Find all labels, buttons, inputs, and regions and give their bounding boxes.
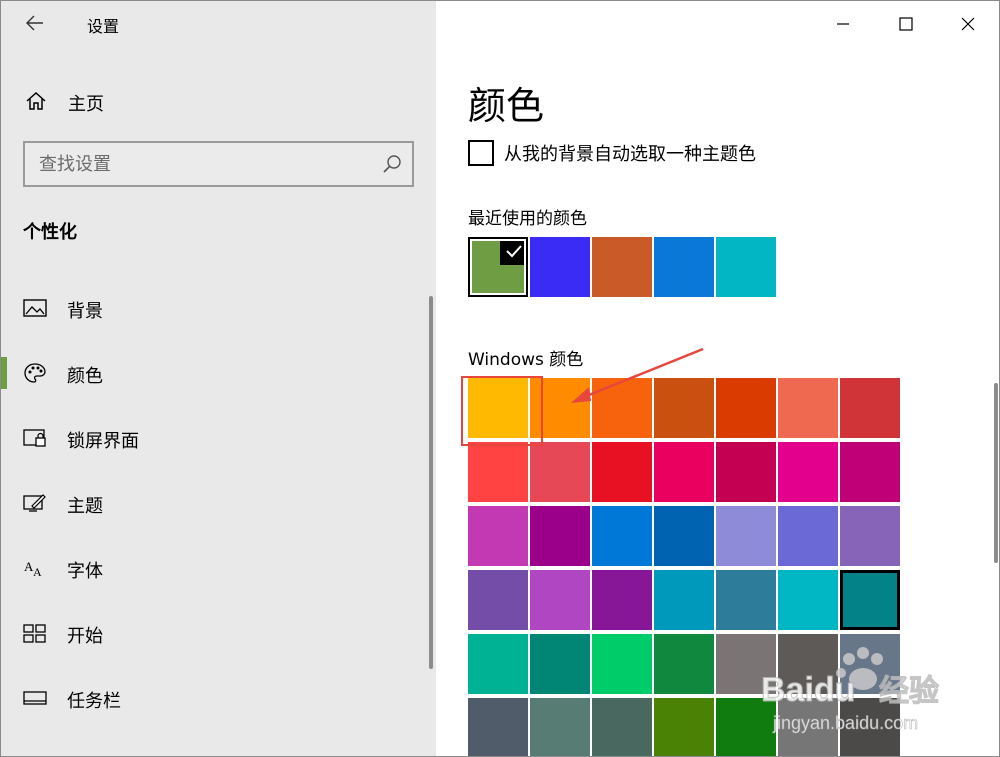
watermark-cn: 经验 <box>879 674 939 708</box>
watermark-url: jingyan.baidu.com <box>772 713 918 733</box>
windows-color-swatch[interactable] <box>654 506 714 566</box>
sidebar-item-home[interactable]: 主页 <box>1 81 436 121</box>
checkmark-icon <box>500 237 528 265</box>
search-box[interactable] <box>23 141 414 187</box>
windows-color-swatch[interactable] <box>716 378 776 438</box>
windows-color-swatch[interactable] <box>468 698 528 756</box>
windows-color-swatch[interactable] <box>840 570 900 630</box>
minimize-button[interactable] <box>828 9 858 39</box>
start-icon <box>23 624 46 643</box>
windows-color-swatch[interactable] <box>592 442 652 502</box>
windows-color-swatch[interactable] <box>530 442 590 502</box>
taskbar-icon <box>23 691 47 705</box>
font-icon: A A <box>24 559 42 579</box>
recent-color-swatch[interactable] <box>468 237 528 297</box>
sidebar-item-label: 字体 <box>67 561 103 582</box>
windows-color-swatch[interactable] <box>468 506 528 566</box>
sidebar-item-fonts[interactable]: A A 字体 <box>1 546 436 590</box>
search-input[interactable] <box>25 143 365 185</box>
windows-color-swatch[interactable] <box>468 442 528 502</box>
maximize-icon <box>899 17 913 31</box>
windows-color-swatch[interactable] <box>530 634 590 694</box>
settings-window: 设置 主页 个性化 背景 <box>0 0 1000 757</box>
baidu-jingyan-watermark: Baidu 经验 jingyan.baidu.com <box>761 647 940 733</box>
sidebar-item-label: 开始 <box>67 626 103 647</box>
auto-pick-label: 从我的背景自动选取一种主题色 <box>504 144 756 165</box>
recent-color-swatch[interactable] <box>654 237 714 297</box>
windows-color-swatch[interactable] <box>840 506 900 566</box>
windows-color-swatch[interactable] <box>654 570 714 630</box>
minimize-icon <box>837 23 849 25</box>
windows-color-swatch[interactable] <box>592 698 652 756</box>
sidebar-item-colors[interactable]: 颜色 <box>1 351 436 395</box>
windows-color-swatch[interactable] <box>468 634 528 694</box>
recent-colors-heading: 最近使用的颜色 <box>468 209 587 229</box>
back-arrow-icon <box>26 15 43 31</box>
home-icon <box>26 91 46 110</box>
page-title: 颜色 <box>468 84 545 128</box>
checkbox[interactable] <box>468 140 494 166</box>
windows-color-swatch[interactable] <box>530 506 590 566</box>
windows-color-swatch[interactable] <box>468 570 528 630</box>
windows-color-swatch[interactable] <box>778 442 838 502</box>
windows-color-swatch[interactable] <box>778 378 838 438</box>
sidebar-item-label: 主页 <box>68 94 104 115</box>
palette-icon <box>24 363 46 383</box>
app-title: 设置 <box>87 17 120 36</box>
windows-color-swatch[interactable] <box>654 698 714 756</box>
windows-color-swatch[interactable] <box>778 570 838 630</box>
windows-color-swatch[interactable] <box>716 570 776 630</box>
watermark-brand: Baidu <box>761 671 855 709</box>
close-button[interactable] <box>953 9 983 39</box>
svg-text:A: A <box>33 565 42 579</box>
sidebar-item-label: 背景 <box>67 301 103 322</box>
windows-color-swatch[interactable] <box>840 442 900 502</box>
windows-color-swatch[interactable] <box>592 570 652 630</box>
close-icon <box>961 17 975 31</box>
windows-color-swatch[interactable] <box>840 378 900 438</box>
windows-color-swatch[interactable] <box>530 570 590 630</box>
windows-color-swatch[interactable] <box>592 506 652 566</box>
back-button[interactable] <box>21 9 49 37</box>
windows-color-swatch[interactable] <box>530 698 590 756</box>
windows-color-swatch[interactable] <box>654 442 714 502</box>
maximize-button[interactable] <box>891 9 921 39</box>
sidebar-item-lock-screen[interactable]: 锁屏界面 <box>1 416 436 460</box>
windows-color-swatch[interactable] <box>654 634 714 694</box>
windows-color-swatch[interactable] <box>592 634 652 694</box>
windows-color-swatch[interactable] <box>716 506 776 566</box>
sidebar-item-start[interactable]: 开始 <box>1 611 436 655</box>
lock-screen-icon <box>23 429 46 447</box>
annotation-highlight-box <box>461 376 543 446</box>
sidebar-item-label: 主题 <box>67 496 103 517</box>
theme-icon <box>23 494 46 512</box>
search-icon[interactable] <box>382 154 402 174</box>
auto-pick-checkbox[interactable]: 从我的背景自动选取一种主题色 <box>468 138 756 168</box>
sidebar-item-label: 锁屏界面 <box>67 431 139 452</box>
active-indicator <box>1 357 7 389</box>
section-heading: 个性化 <box>23 222 77 243</box>
annotation-arrow <box>571 347 704 403</box>
sidebar-item-taskbar[interactable]: 任务栏 <box>1 676 436 720</box>
sidebar-item-background[interactable]: 背景 <box>1 286 436 330</box>
main-scrollbar[interactable] <box>994 383 998 563</box>
sidebar-item-label: 颜色 <box>67 366 103 387</box>
recent-color-swatch[interactable] <box>592 237 652 297</box>
sidebar-item-label: 任务栏 <box>67 691 121 712</box>
recent-color-swatch[interactable] <box>716 237 776 297</box>
picture-icon <box>23 299 47 317</box>
sidebar-item-themes[interactable]: 主题 <box>1 481 436 525</box>
sidebar: 设置 主页 个性化 背景 <box>1 1 436 756</box>
sidebar-scrollbar[interactable] <box>429 296 433 669</box>
windows-color-swatch[interactable] <box>778 506 838 566</box>
windows-color-swatch[interactable] <box>716 442 776 502</box>
recent-color-swatch[interactable] <box>530 237 590 297</box>
